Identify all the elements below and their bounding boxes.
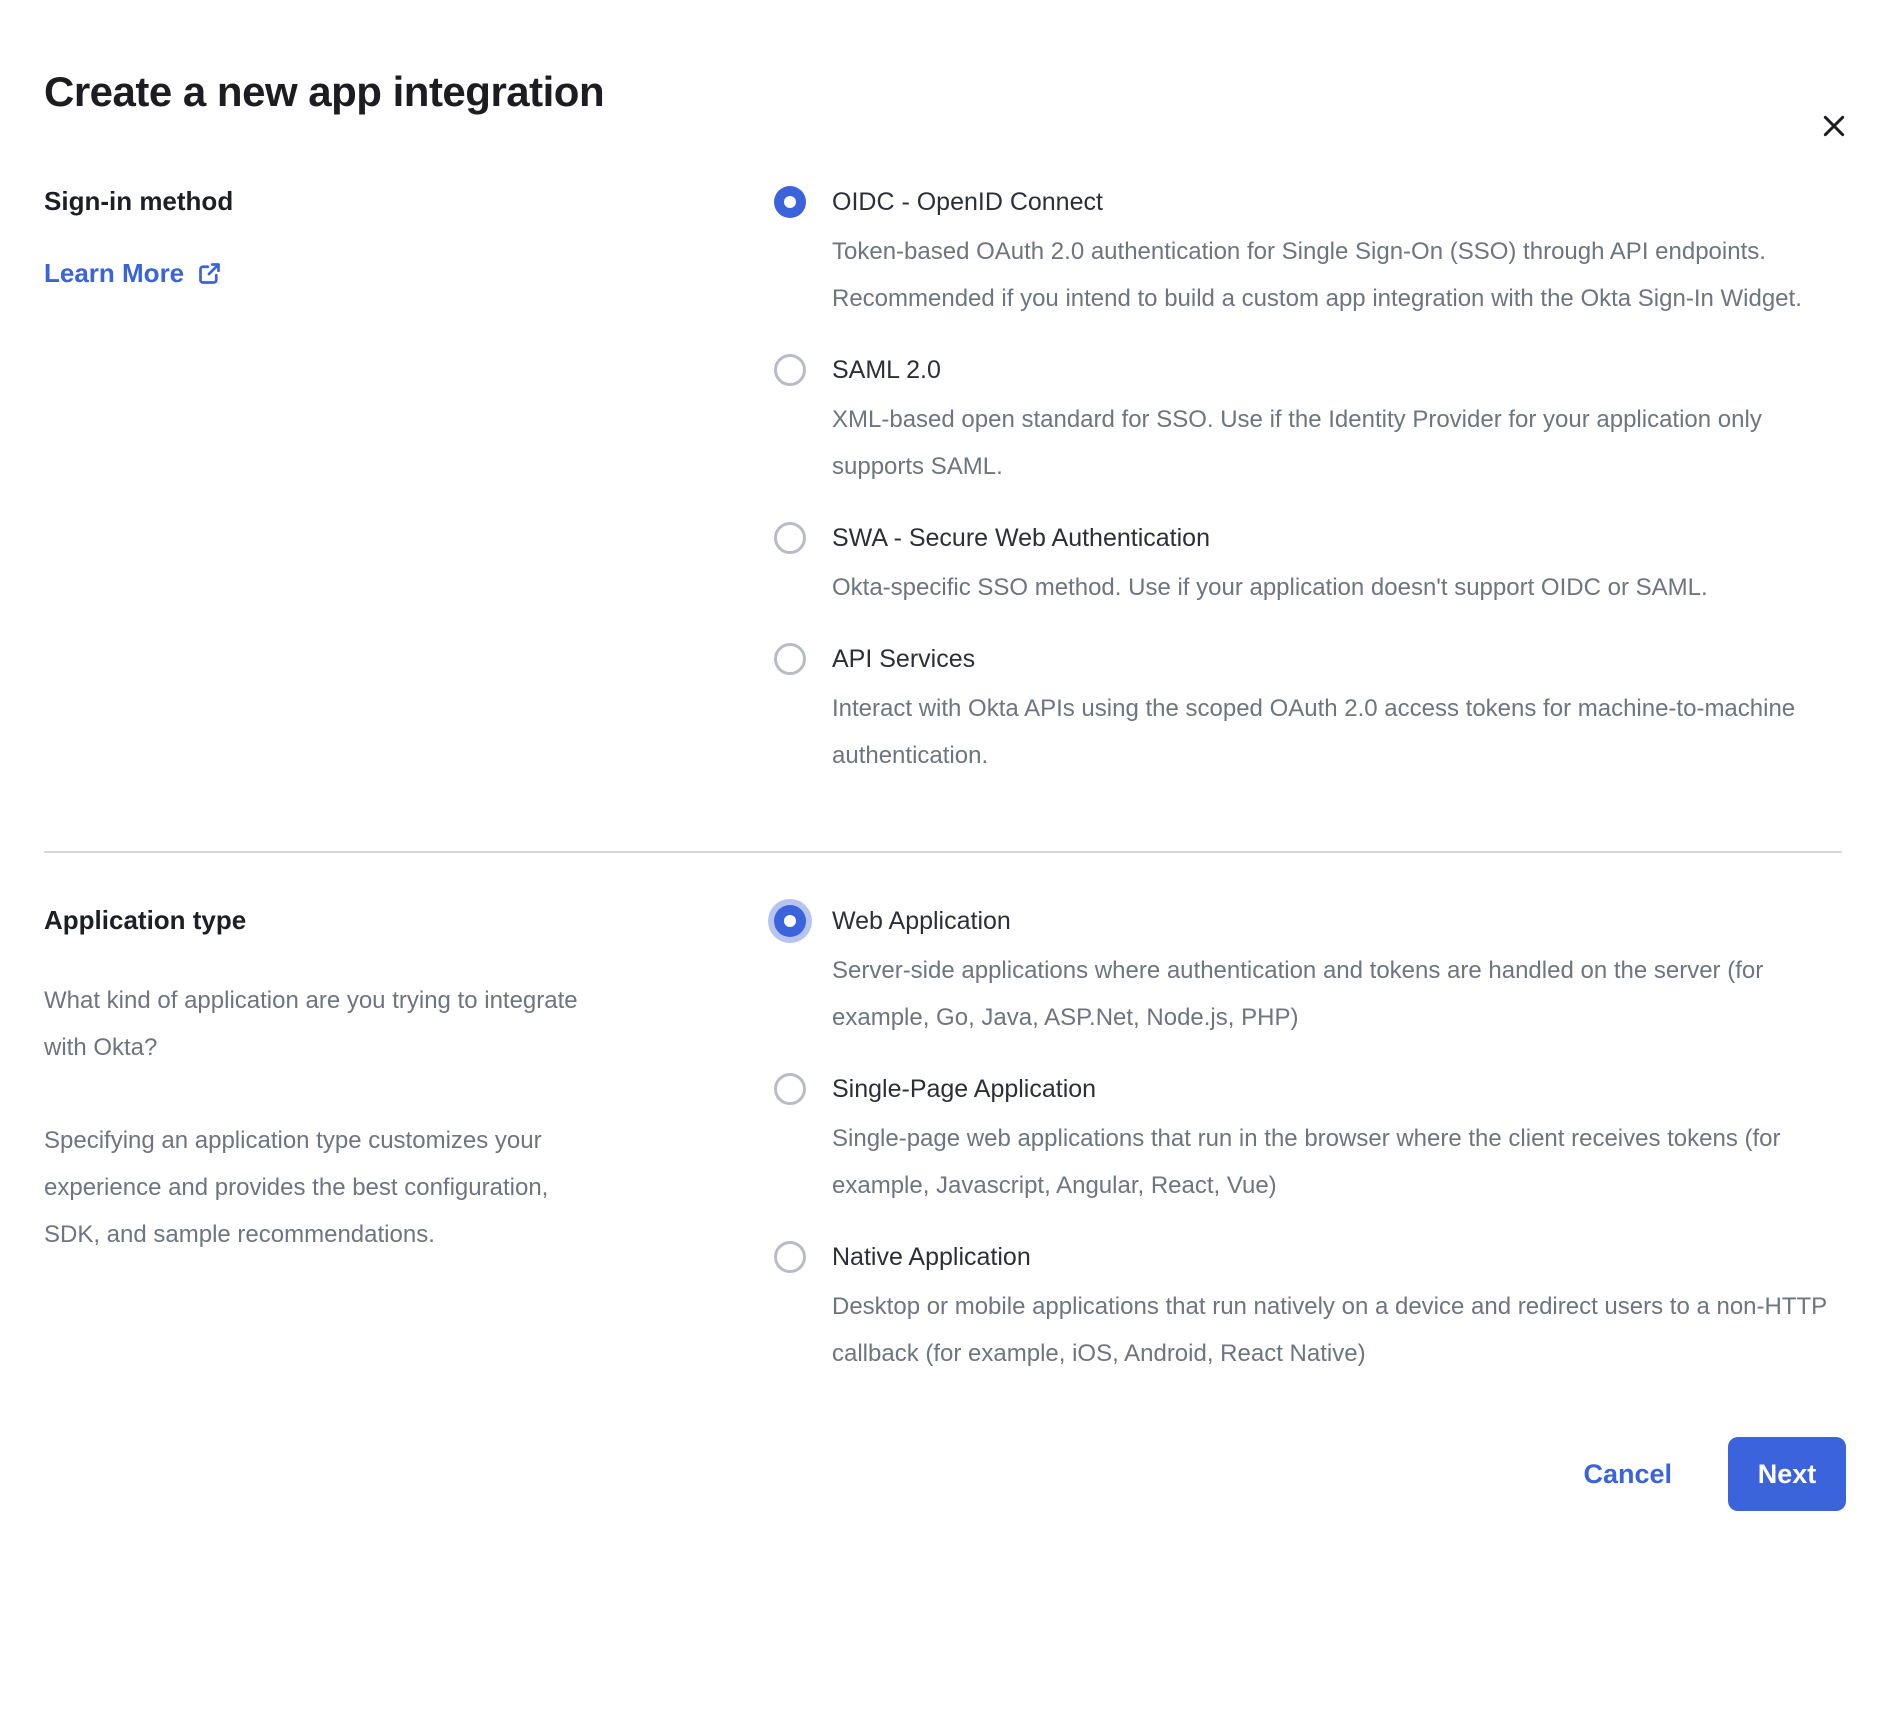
signin-option-api-services-label[interactable]: API Services [832, 641, 1840, 677]
signin-option-api-services-description: Interact with Okta APIs using the scoped… [832, 695, 1796, 769]
signin-option-swa-label[interactable]: SWA - Secure Web Authentication [832, 520, 1708, 556]
radio-native-application[interactable] [774, 1241, 806, 1273]
apptype-option-native-label[interactable]: Native Application [832, 1239, 1840, 1275]
signin-option-api-services[interactable]: API Services Interact with Okta APIs usi… [774, 641, 1840, 779]
learn-more-link[interactable]: Learn More [44, 258, 223, 289]
apptype-option-native[interactable]: Native Application Desktop or mobile app… [774, 1239, 1840, 1377]
apptype-option-spa-label[interactable]: Single-Page Application [832, 1071, 1840, 1107]
dialog-footer: Cancel Next [0, 1437, 1846, 1511]
signin-option-swa-description: Okta-specific SSO method. Use if your ap… [832, 574, 1708, 601]
radio-saml[interactable] [774, 354, 806, 386]
radio-web-application[interactable] [774, 905, 806, 937]
radio-api-services[interactable] [774, 643, 806, 675]
application-type-question: What kind of application are you trying … [44, 987, 578, 1061]
signin-option-saml-label[interactable]: SAML 2.0 [832, 352, 1840, 388]
dialog-title: Create a new app integration [44, 68, 605, 115]
radio-oidc[interactable] [774, 186, 806, 218]
radio-swa[interactable] [774, 522, 806, 554]
apptype-option-native-description: Desktop or mobile applications that run … [832, 1293, 1827, 1367]
signin-option-oidc-label[interactable]: OIDC - OpenID Connect [832, 184, 1840, 220]
create-app-integration-dialog: Create a new app integration Sign-in met… [0, 66, 1886, 1511]
close-icon [1823, 115, 1845, 137]
application-type-section: Application type What kind of applicatio… [0, 903, 1886, 1377]
apptype-option-web-label[interactable]: Web Application [832, 903, 1840, 939]
close-button[interactable] [1814, 106, 1854, 146]
signin-option-saml[interactable]: SAML 2.0 XML-based open standard for SSO… [774, 352, 1840, 490]
apptype-option-spa-description: Single-page web applications that run in… [832, 1125, 1781, 1199]
apptype-option-web[interactable]: Web Application Server-side applications… [774, 903, 1840, 1041]
radio-single-page-application[interactable] [774, 1073, 806, 1105]
external-link-icon [199, 263, 221, 284]
application-type-explanation: Specifying an application type customize… [44, 1127, 549, 1248]
apptype-option-spa[interactable]: Single-Page Application Single-page web … [774, 1071, 1840, 1209]
learn-more-label: Learn More [44, 258, 185, 288]
signin-method-section: Sign-in method Learn More OIDC - OpenID … [0, 184, 1886, 779]
signin-option-oidc-description: Token-based OAuth 2.0 authentication for… [832, 238, 1802, 312]
next-button[interactable]: Next [1728, 1437, 1846, 1511]
application-type-heading: Application type [44, 905, 247, 935]
signin-method-heading: Sign-in method [44, 186, 234, 216]
signin-option-oidc[interactable]: OIDC - OpenID Connect Token-based OAuth … [774, 184, 1840, 322]
cancel-button[interactable]: Cancel [1583, 1459, 1672, 1490]
signin-option-saml-description: XML-based open standard for SSO. Use if … [832, 406, 1762, 480]
apptype-option-web-description: Server-side applications where authentic… [832, 957, 1764, 1031]
signin-option-swa[interactable]: SWA - Secure Web Authentication Okta-spe… [774, 520, 1840, 611]
section-divider [44, 851, 1842, 853]
